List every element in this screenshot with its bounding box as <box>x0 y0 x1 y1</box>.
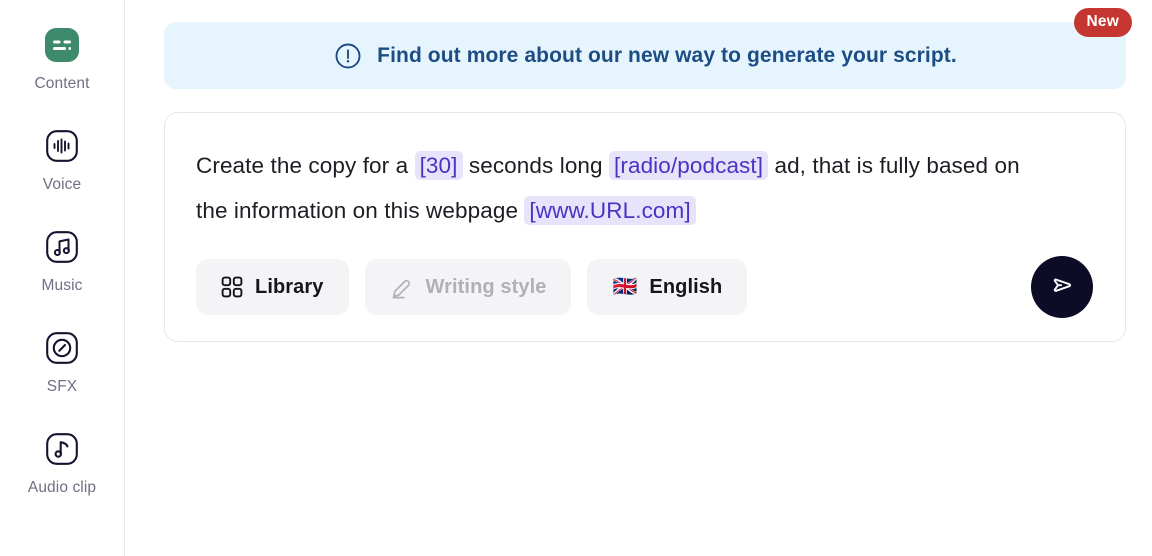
sidebar-item-sfx[interactable]: SFX <box>0 327 124 396</box>
send-button[interactable] <box>1031 256 1093 318</box>
language-button[interactable]: 🇬🇧 English <box>587 259 748 315</box>
sidebar-item-label: Content <box>34 75 90 92</box>
audio-clip-icon <box>41 428 83 470</box>
sidebar-item-label: Voice <box>42 176 82 193</box>
pencil-icon <box>390 275 414 299</box>
promo-banner-wrapper: Find out more about our new way to gener… <box>164 8 1132 89</box>
sidebar-item-label: Audio clip <box>27 479 97 496</box>
voice-icon <box>41 125 83 167</box>
sidebar-item-label: SFX <box>46 378 78 395</box>
uk-flag-icon: 🇬🇧 <box>612 276 638 298</box>
music-icon <box>41 226 83 268</box>
prompt-token-duration[interactable]: [30] <box>414 151 463 180</box>
library-button-label: Library <box>255 275 324 298</box>
sidebar: Content Voice Music SFX Audio clip <box>0 0 125 556</box>
sidebar-item-voice[interactable]: Voice <box>0 125 124 194</box>
prompt-segment: seconds long <box>462 153 610 178</box>
writing-style-button-label: Writing style <box>425 275 547 298</box>
language-button-label: English <box>649 275 723 298</box>
new-badge[interactable]: New <box>1073 8 1132 37</box>
app-root: Content Voice Music SFX Audio clip Find … <box>0 0 1152 556</box>
send-icon <box>1047 271 1077 304</box>
prompt-card: Create the copy for a [30] seconds long … <box>164 112 1126 342</box>
prompt-segment: Create the copy for a <box>196 153 415 178</box>
exclamation-circle-icon <box>333 41 363 71</box>
grid-icon <box>221 276 243 298</box>
prompt-token-format[interactable]: [radio/podcast] <box>609 151 769 180</box>
prompt-token-url[interactable]: [www.URL.com] <box>524 196 696 225</box>
sidebar-item-audio-clip[interactable]: Audio clip <box>0 428 124 497</box>
library-button[interactable]: Library <box>196 259 349 315</box>
writing-style-button[interactable]: Writing style <box>364 259 572 315</box>
promo-banner[interactable]: Find out more about our new way to gener… <box>164 22 1126 89</box>
prompt-text[interactable]: Create the copy for a [30] seconds long … <box>196 143 1056 233</box>
prompt-toolbar: Library Writing style 🇬🇧 English <box>196 256 1094 318</box>
promo-banner-text: Find out more about our new way to gener… <box>377 43 957 67</box>
main-content: Find out more about our new way to gener… <box>125 0 1152 556</box>
sidebar-item-content[interactable]: Content <box>0 24 124 93</box>
content-icon <box>41 24 83 66</box>
sfx-icon <box>41 327 83 369</box>
sidebar-item-label: Music <box>41 277 83 294</box>
sidebar-item-music[interactable]: Music <box>0 226 124 295</box>
